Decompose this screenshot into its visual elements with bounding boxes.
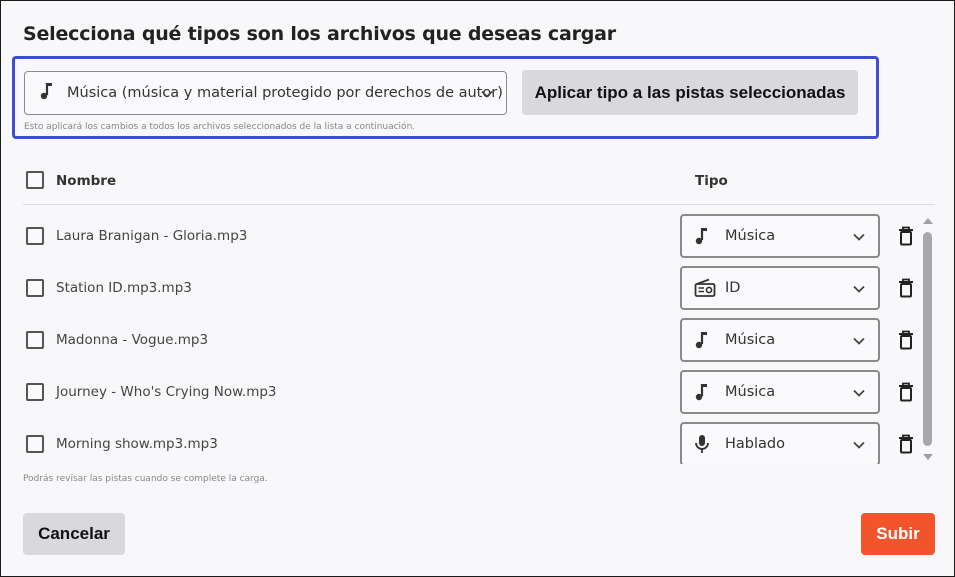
chevron-down-icon [480, 86, 494, 105]
chevron-down-icon [852, 437, 866, 456]
select-all-checkbox[interactable] [26, 171, 44, 189]
table-row: Laura Branigan - Gloria.mp3 Música [23, 211, 913, 263]
bulk-type-select[interactable]: Música (música y material protegido por … [24, 71, 507, 115]
track-type-value: ID [725, 280, 741, 296]
trash-icon[interactable] [898, 226, 914, 250]
track-type-select[interactable]: Música [680, 318, 880, 362]
dialog-title: Selecciona qué tipos son los archivos qu… [23, 23, 616, 45]
footer-hint-text: Podrás revisar las pistas cuando se comp… [23, 474, 268, 484]
track-type-select[interactable]: Hablado [680, 422, 880, 464]
music-note-icon [694, 330, 710, 354]
track-type-value: Hablado [725, 436, 785, 452]
scroll-up-arrow-icon[interactable] [923, 218, 933, 224]
scrollbar-thumb[interactable] [923, 232, 932, 446]
track-type-value: Música [725, 332, 776, 348]
music-note-icon [694, 382, 710, 406]
chevron-down-icon [852, 385, 866, 404]
microphone-icon [694, 434, 710, 458]
submit-button[interactable]: Subir [861, 513, 935, 555]
track-filename: Laura Branigan - Gloria.mp3 [56, 228, 248, 244]
chevron-down-icon [852, 229, 866, 248]
track-filename: Station ID.mp3.mp3 [56, 280, 192, 296]
track-type-value: Música [725, 228, 776, 244]
table-row: Morning show.mp3.mp3 Hablado [23, 419, 913, 464]
table-row: Madonna - Vogue.mp3 Música [23, 315, 913, 367]
track-list: Laura Branigan - Gloria.mp3 Música Stati… [23, 211, 935, 464]
row-checkbox[interactable] [26, 279, 44, 297]
radio-icon [694, 278, 716, 302]
trash-icon[interactable] [898, 382, 914, 406]
track-type-select[interactable]: Música [680, 370, 880, 414]
track-type-select[interactable]: Música [680, 214, 880, 258]
track-type-select[interactable]: ID [680, 266, 880, 310]
row-checkbox[interactable] [26, 227, 44, 245]
table-row: Station ID.mp3.mp3 ID [23, 263, 913, 315]
music-note-icon [694, 226, 710, 250]
column-header-name: Nombre [56, 173, 117, 189]
row-checkbox[interactable] [26, 383, 44, 401]
track-filename: Madonna - Vogue.mp3 [56, 332, 209, 348]
row-checkbox[interactable] [26, 331, 44, 349]
scroll-down-arrow-icon[interactable] [923, 454, 933, 460]
bulk-hint-text: Esto aplicará los cambios a todos los ar… [24, 122, 416, 132]
upload-type-dialog: Selecciona qué tipos son los archivos qu… [0, 0, 955, 577]
music-note-icon [39, 81, 55, 105]
track-list-scrollbar[interactable] [921, 216, 935, 462]
trash-icon[interactable] [898, 330, 914, 354]
chevron-down-icon [852, 281, 866, 300]
cancel-button[interactable]: Cancelar [23, 513, 125, 555]
table-row: Journey - Who's Crying Now.mp3 Música [23, 367, 913, 419]
chevron-down-icon [852, 333, 866, 352]
row-checkbox[interactable] [26, 435, 44, 453]
table-header: Nombre Tipo [23, 167, 935, 205]
track-type-value: Música [725, 384, 776, 400]
apply-type-button[interactable]: Aplicar tipo a las pistas seleccionadas [522, 70, 858, 115]
bulk-type-value: Música (música y material protegido por … [67, 85, 503, 101]
trash-icon[interactable] [898, 278, 914, 302]
column-header-type: Tipo [695, 173, 728, 189]
trash-icon[interactable] [898, 434, 914, 458]
bulk-type-panel: Música (música y material protegido por … [12, 56, 879, 139]
track-filename: Journey - Who's Crying Now.mp3 [56, 384, 277, 400]
track-filename: Morning show.mp3.mp3 [56, 436, 218, 452]
